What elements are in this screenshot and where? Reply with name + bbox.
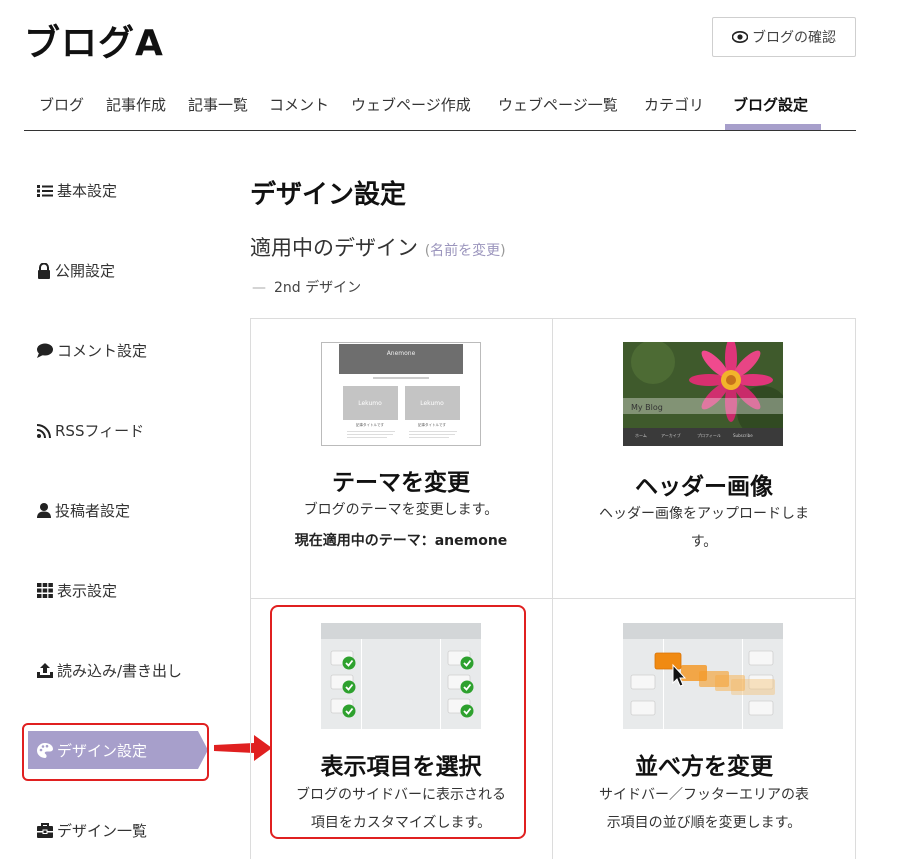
change-theme-title: テーマを変更 [332, 470, 470, 496]
tab-new-webpage[interactable]: ウェブページ作成 [351, 94, 471, 115]
header-thumb-nav-1: アーカイブ [661, 432, 681, 438]
tab-comments[interactable]: コメント [269, 94, 329, 115]
current-design-name: — 2nd デザイン [252, 277, 361, 297]
theme-thumb-post-title-2: 記事タイトルです [418, 422, 446, 427]
blog-title: ブログA [24, 23, 164, 64]
active-tab-indicator [725, 124, 821, 130]
upload-icon [37, 663, 53, 678]
header-image-title: ヘッダー画像 [635, 474, 773, 500]
sidebar-item-label: 表示設定 [57, 582, 118, 600]
current-theme-text: 現在適用中のテーマ：anemone [294, 533, 508, 549]
header-thumb-nav-2: プロフィール [697, 432, 721, 438]
sidebar-item-import-export[interactable]: 読み込み/書き出し [37, 660, 182, 681]
current-design-dash: — [252, 280, 266, 296]
sidebar-item-rss-feed[interactable]: RSSフィード [37, 420, 144, 441]
applied-design-heading: 適用中のデザイン (名前を変更) [250, 232, 506, 262]
eye-icon [732, 31, 748, 43]
sidebar-item-label: 基本設定 [57, 182, 118, 200]
lock-icon [38, 262, 50, 279]
sidebar-item-author-settings[interactable]: 投稿者設定 [37, 500, 130, 521]
reorder-items-desc-line-1: サイドバー／フッターエリアの表 [599, 787, 809, 803]
tab-webpage-list[interactable]: ウェブページ一覧 [498, 94, 618, 115]
sidebar-item-basic-settings[interactable]: 基本設定 [37, 180, 117, 201]
header-image-desc-line-1: ヘッダー画像をアップロードしま [599, 506, 809, 522]
theme-thumb-name: Anemone [387, 350, 416, 357]
tab-blog[interactable]: ブログ [39, 94, 84, 115]
theme-thumb-box-text-1: Lekumo [358, 400, 382, 407]
tab-post-list[interactable]: 記事一覧 [188, 94, 248, 115]
header-image-desc-line-2: す。 [690, 534, 718, 550]
sidebar-item-design-list[interactable]: デザイン一覧 [37, 820, 147, 841]
grid-icon [37, 583, 53, 598]
highlight-box-card [270, 605, 526, 839]
sidebar-item-label: コメント設定 [57, 342, 148, 360]
reorder-items-title: 並べ方を変更 [635, 754, 773, 780]
header-thumb-blog-name: My Blog [631, 403, 663, 412]
applied-design-label: 適用中のデザイン [250, 236, 418, 260]
reorder-thumbnail [623, 623, 783, 729]
tab-categories[interactable]: カテゴリ [644, 94, 704, 115]
sidebar-item-label: 公開設定 [55, 262, 116, 280]
header-thumb-nav-0: ホーム [635, 433, 647, 438]
sidebar-item-publish-settings[interactable]: 公開設定 [37, 260, 115, 281]
user-icon [37, 503, 51, 518]
change-theme-desc: ブログのテーマを変更します。 [303, 502, 499, 518]
header-image-card[interactable]: My Blog ホーム アーカイブ プロフィール Subscribe ヘッダー画… [553, 318, 855, 598]
sidebar-item-label: 読み込み/書き出し [57, 662, 183, 680]
preview-blog-label: ブログの確認 [752, 30, 836, 46]
header-thumb-nav-3: Subscribe [733, 433, 753, 438]
tab-new-post[interactable]: 記事作成 [106, 94, 166, 115]
briefcase-icon [37, 823, 53, 838]
preview-blog-button[interactable]: ブログの確認 [712, 17, 856, 57]
header-image-thumbnail: My Blog ホーム アーカイブ プロフィール Subscribe [623, 342, 783, 446]
comment-icon [37, 343, 53, 358]
sidebar-item-label: RSSフィード [55, 422, 145, 440]
sidebar-item-label: 投稿者設定 [55, 502, 131, 520]
page-title: デザイン設定 [250, 180, 407, 210]
rename-design-link[interactable]: 名前を変更 [430, 243, 500, 259]
reorder-items-desc-line-2: 示項目の並び順を変更します。 [606, 815, 802, 831]
theme-thumb-box-text-2: Lekumo [420, 400, 444, 407]
sidebar-item-display-settings[interactable]: 表示設定 [37, 580, 117, 601]
sidebar-item-comment-settings[interactable]: コメント設定 [37, 340, 147, 361]
list-icon [37, 184, 53, 197]
sidebar-item-label: デザイン一覧 [57, 822, 148, 840]
rename-close-paren: ) [500, 243, 506, 259]
current-design-label: 2nd デザイン [274, 280, 362, 296]
reorder-items-card[interactable]: 並べ方を変更 サイドバー／フッターエリアの表 示項目の並び順を変更します。 [553, 599, 855, 859]
main-tabs: ブログ 記事作成 記事一覧 コメント ウェブページ作成 ウェブページ一覧 カテゴ… [24, 84, 856, 131]
tab-blog-settings[interactable]: ブログ設定 [733, 94, 808, 115]
theme-thumb-post-title-1: 記事タイトルです [356, 422, 384, 427]
theme-thumbnail: Anemone Lekumo Lekumo 記事タイトルです 記事タイトルです [321, 342, 481, 446]
rss-icon [37, 423, 51, 438]
change-theme-card[interactable]: Anemone Lekumo Lekumo 記事タイトルです 記事タイトルです … [250, 318, 552, 598]
highlight-box-sidebar [22, 723, 209, 781]
